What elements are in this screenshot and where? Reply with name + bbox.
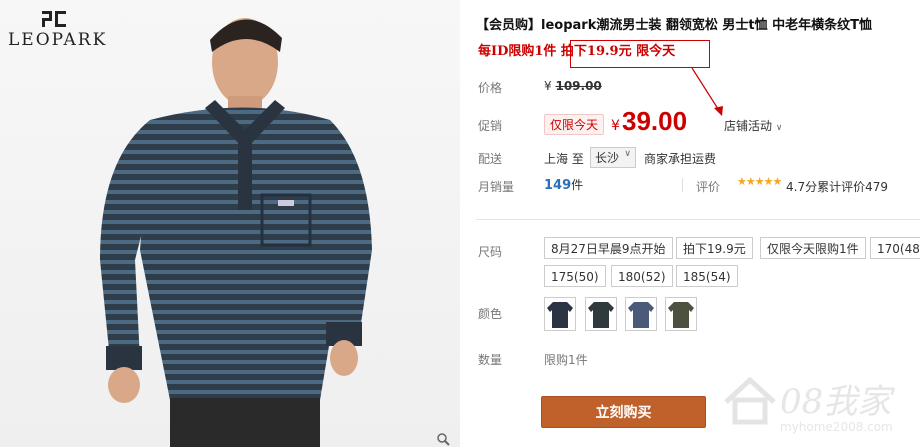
price-label: 价格 bbox=[478, 81, 503, 95]
product-title: 【会员购】leopark潮流男士装 翻领宽松 男士t恤 中老年横条纹T恤 bbox=[476, 18, 872, 33]
original-price-currency: ¥ bbox=[544, 79, 552, 93]
shirt-thumbnail-icon bbox=[588, 302, 614, 328]
monthly-sales-unit: 件 bbox=[571, 178, 584, 192]
product-image[interactable]: LEOPARK bbox=[0, 0, 460, 447]
color-swatch[interactable] bbox=[585, 297, 617, 331]
house-icon bbox=[724, 376, 776, 425]
store-activity-label: 店铺活动 bbox=[724, 119, 773, 133]
section-divider bbox=[476, 219, 920, 220]
brand-logo-text: LEOPARK bbox=[8, 30, 108, 50]
color-swatch[interactable] bbox=[625, 297, 657, 331]
shipping-label: 配送 bbox=[478, 152, 503, 166]
ship-from: 上海 至 bbox=[544, 152, 584, 166]
watermark-text: 08我家 bbox=[780, 382, 892, 422]
original-price: ¥ 109.00 bbox=[544, 79, 602, 93]
quantity-label: 数量 bbox=[478, 353, 503, 367]
watermark-url: myhome2008.com bbox=[780, 420, 893, 434]
color-label: 颜色 bbox=[478, 307, 503, 321]
size-option[interactable]: 180(52) bbox=[611, 265, 673, 287]
review-label: 评价 bbox=[696, 180, 721, 194]
shipping-fee: 商家承担运费 bbox=[644, 152, 717, 166]
size-option[interactable]: 175(50) bbox=[544, 265, 606, 287]
rating-score: 4.7分 bbox=[786, 180, 818, 194]
monthly-sales-label: 月销量 bbox=[478, 180, 515, 194]
today-only-badge: 仅限今天 bbox=[544, 114, 605, 135]
size-option[interactable]: 拍下19.9元 bbox=[676, 237, 753, 259]
sale-price: 39.00 bbox=[622, 106, 688, 136]
model-illustration bbox=[100, 18, 372, 447]
monthly-sales-count: 149 bbox=[544, 178, 572, 193]
buy-now-button[interactable]: 立刻购买 bbox=[541, 396, 706, 428]
size-label: 尺码 bbox=[478, 245, 503, 259]
original-price-value: 109.00 bbox=[555, 79, 602, 93]
store-activity-dropdown[interactable]: 店铺活动 ∨ bbox=[724, 117, 782, 134]
size-option[interactable]: 170(48 bbox=[870, 237, 920, 259]
star-rating-icon: ★★★★★ bbox=[737, 175, 782, 188]
rating-summary[interactable]: 4.7分累计评价479 bbox=[786, 178, 888, 195]
size-option[interactable]: 185(54) bbox=[676, 265, 738, 287]
ship-city-value: 长沙 bbox=[595, 151, 620, 165]
shirt-thumbnail-icon bbox=[628, 302, 654, 328]
size-option[interactable]: 仅限今天限购1件 bbox=[760, 237, 866, 259]
promotion-label: 促销 bbox=[478, 119, 503, 133]
color-swatch[interactable] bbox=[544, 297, 576, 331]
chevron-down-icon: ∨ bbox=[624, 149, 632, 159]
sale-currency: ¥ bbox=[611, 118, 620, 134]
leopark-logo-icon bbox=[42, 11, 66, 27]
shirt-thumbnail-icon bbox=[547, 302, 573, 328]
color-swatch[interactable] bbox=[665, 297, 697, 331]
site-watermark: 08我家 myhome2008.com bbox=[718, 370, 918, 446]
divider bbox=[682, 178, 683, 192]
annotation-box bbox=[570, 40, 710, 68]
chevron-down-icon: ∨ bbox=[775, 123, 783, 133]
quantity-limit: 限购1件 bbox=[544, 353, 588, 367]
ship-city-select[interactable]: 长沙 ∨ bbox=[590, 147, 637, 168]
zoom-icon[interactable] bbox=[436, 432, 450, 446]
monthly-sales: 149件 bbox=[544, 176, 583, 193]
review-count-link[interactable]: 累计评价479 bbox=[817, 180, 888, 194]
size-option[interactable]: 8月27日早晨9点开始 bbox=[544, 237, 673, 259]
annotation-arrow-icon bbox=[691, 67, 723, 116]
shirt-thumbnail-icon bbox=[668, 302, 694, 328]
